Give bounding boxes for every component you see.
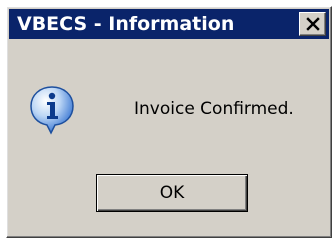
information-dialog: VBECS - Information Invoice Confirmed. O… — [6, 6, 332, 238]
title-bar[interactable]: VBECS - Information — [9, 9, 329, 39]
information-icon — [30, 86, 74, 135]
close-button[interactable] — [299, 12, 326, 36]
ok-button[interactable]: OK — [96, 174, 248, 212]
message-text: Invoice Confirmed. — [134, 99, 294, 119]
close-icon — [306, 17, 320, 31]
dialog-title: VBECS - Information — [17, 13, 235, 35]
